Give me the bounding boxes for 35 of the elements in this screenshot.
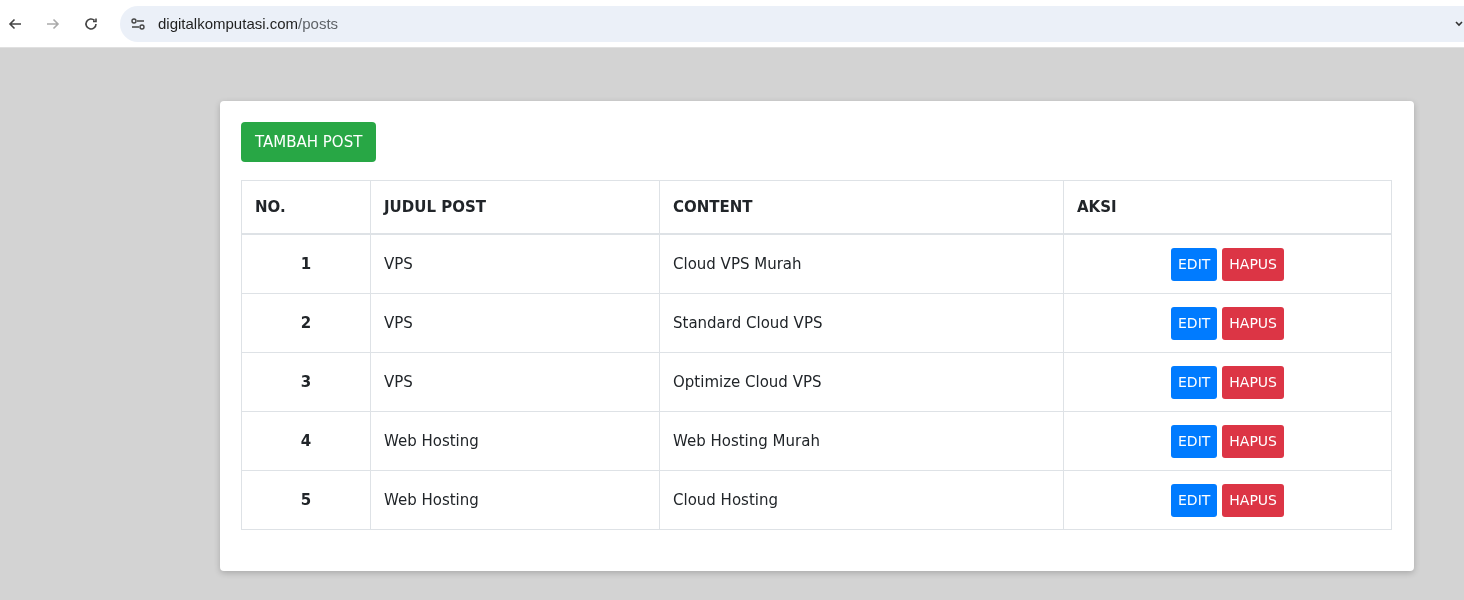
delete-button[interactable]: HAPUS <box>1222 306 1284 340</box>
edit-button[interactable]: EDIT <box>1171 483 1218 517</box>
edit-button[interactable]: EDIT <box>1171 424 1218 458</box>
column-header: JUDUL POST <box>370 180 660 234</box>
add-post-button[interactable]: TAMBAH POST <box>241 122 377 162</box>
delete-button[interactable]: HAPUS <box>1222 365 1284 399</box>
chevron-icon[interactable] <box>1454 18 1464 29</box>
column-header: NO. <box>241 180 371 234</box>
table-cell: Web Hosting Murah <box>659 411 1064 471</box>
edit-button[interactable]: EDIT <box>1171 247 1218 281</box>
url-text: digitalkomputasi.com/posts <box>158 15 339 32</box>
table-cell: 1 <box>241 234 371 294</box>
table-cell: Web Hosting <box>370 411 660 471</box>
address-bar[interactable]: digitalkomputasi.com/posts <box>120 5 1464 42</box>
table-cell: Optimize Cloud VPS <box>659 352 1064 412</box>
table-cell: VPS <box>370 234 660 294</box>
table-cell: Cloud VPS Murah <box>659 234 1064 294</box>
table-cell: 3 <box>241 352 371 412</box>
table-cell: Cloud Hosting <box>659 470 1064 530</box>
table-cell: VPS <box>370 293 660 353</box>
edit-button[interactable]: EDIT <box>1171 365 1218 399</box>
delete-button[interactable]: HAPUS <box>1222 247 1284 281</box>
reload-icon[interactable] <box>83 15 99 32</box>
table-cell: VPS <box>370 352 660 412</box>
table-cell: 2 <box>241 293 371 353</box>
delete-button[interactable]: HAPUS <box>1222 483 1284 517</box>
edit-button[interactable]: EDIT <box>1171 306 1218 340</box>
site-settings-icon[interactable] <box>130 15 146 32</box>
table-cell: 4 <box>241 411 371 471</box>
column-header: AKSI <box>1063 180 1392 234</box>
table-cell: Standard Cloud VPS <box>659 293 1064 353</box>
table-cell: Web Hosting <box>370 470 660 530</box>
table-cell: 5 <box>241 470 371 530</box>
column-header: CONTENT <box>659 180 1064 234</box>
delete-button[interactable]: HAPUS <box>1222 424 1284 458</box>
